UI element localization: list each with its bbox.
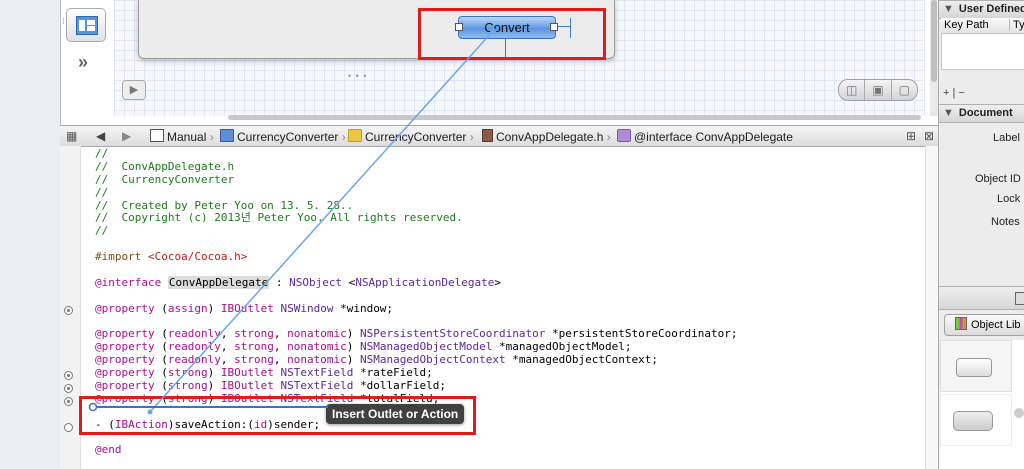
- type-column[interactable]: Ty: [1009, 19, 1024, 31]
- project-icon: [220, 129, 234, 142]
- left-sidebar: [0, 0, 61, 469]
- action-connection-icon[interactable]: [64, 423, 73, 432]
- add-remove-attribute-buttons[interactable]: + | −: [943, 87, 965, 99]
- forward-arrow-icon[interactable]: ▶: [122, 129, 131, 143]
- crumb-label: ConvAppDelegate.h: [496, 130, 604, 144]
- disclosure-triangle-icon[interactable]: ▼: [943, 107, 954, 119]
- user-defined-header[interactable]: ▼ User Defined: [939, 0, 1024, 19]
- expand-chevron-icon[interactable]: »: [78, 52, 88, 73]
- outlet-connection-icon[interactable]: [64, 306, 73, 315]
- jumpbar-crumb-project[interactable]: CurrencyConverter ›: [220, 129, 346, 144]
- drag-dots-icon: ⁝: [62, 16, 65, 26]
- window-icon: [76, 16, 98, 35]
- code-line[interactable]: [95, 290, 925, 303]
- add-editor-icon[interactable]: ⊞: [906, 129, 916, 143]
- related-items-icon[interactable]: ▦: [66, 129, 77, 143]
- object-thumbnail-button[interactable]: [66, 8, 106, 42]
- code-line[interactable]: [95, 264, 925, 277]
- object-library-tab-icon[interactable]: [1015, 292, 1024, 305]
- back-arrow-icon[interactable]: ◀: [96, 129, 105, 143]
- library-item-push-button[interactable]: [940, 340, 1012, 392]
- lock-label: Lock: [997, 193, 1021, 205]
- canvas-horizontal-scrollbar[interactable]: [228, 115, 921, 120]
- class-icon: [617, 129, 631, 142]
- jump-bar: ▦ ◀ ▶ Manual › CurrencyConverter › Curre…: [60, 125, 938, 147]
- code-line[interactable]: //: [95, 224, 925, 238]
- attributes-table-header: Key Path Ty: [941, 18, 1024, 34]
- insert-outlet-tooltip: Insert Outlet or Action: [326, 404, 465, 424]
- canvas-zoom-controls[interactable]: ◫ ▣ ▢: [838, 79, 918, 101]
- notes-label: Notes: [991, 216, 1020, 228]
- jumpbar-crumb-symbol[interactable]: @interface ConvAppDelegate: [617, 129, 793, 144]
- resize-grip-icon[interactable]: • • •: [348, 71, 367, 81]
- jumpbar-crumb-manual[interactable]: Manual ›: [150, 129, 214, 144]
- library-item-rounded-button[interactable]: [940, 394, 1012, 446]
- object-library-grid[interactable]: [940, 340, 1024, 469]
- object-library-icon: [955, 317, 967, 330]
- highlight-box-convert: [418, 8, 606, 60]
- document-outline-toggle[interactable]: ▶: [122, 80, 146, 100]
- rounded-button-icon: [953, 411, 993, 431]
- key-path-column[interactable]: Key Path: [944, 19, 989, 31]
- label-field-label: Label: [993, 132, 1020, 144]
- outlet-connection-icon[interactable]: [64, 371, 73, 380]
- code-line[interactable]: // CurrencyConverter: [95, 173, 925, 187]
- jumpbar-crumb-file[interactable]: ConvAppDelegate.h ›: [482, 129, 611, 144]
- round-button-icon[interactable]: [1014, 408, 1024, 418]
- library-type-selector[interactable]: Object Lib: [944, 314, 1024, 336]
- code-line[interactable]: // Copyright (c) 2013년 Peter Yoo. All ri…: [95, 212, 925, 225]
- crumb-label: @interface ConvAppDelegate: [634, 130, 793, 144]
- library-selector-bar: [939, 286, 1024, 310]
- crumb-label: CurrencyConverter: [365, 130, 467, 144]
- zoom-in-icon[interactable]: ▢: [892, 80, 917, 100]
- folder-icon: [348, 129, 362, 142]
- crumb-label: CurrencyConverter: [237, 130, 339, 144]
- library-label: Object Lib: [971, 319, 1021, 331]
- section-title: User Defined: [958, 3, 1024, 15]
- zoom-out-icon[interactable]: ◫: [839, 80, 866, 100]
- code-line[interactable]: #import <Cocoa/Cocoa.h>: [95, 250, 925, 264]
- canvas-scroll-thumb[interactable]: [931, 0, 937, 82]
- code-line[interactable]: @interface ConvAppDelegate : NSObject <N…: [95, 275, 925, 290]
- zoom-fit-icon[interactable]: ▣: [865, 80, 892, 100]
- close-editor-icon[interactable]: ⊠: [924, 129, 934, 143]
- jumpbar-crumb-folder[interactable]: CurrencyConverter ›: [348, 129, 474, 144]
- document-icon: [150, 129, 164, 142]
- crumb-label: Manual: [167, 130, 207, 144]
- header-file-icon: [482, 129, 493, 142]
- disclosure-triangle-icon[interactable]: ▼: [943, 3, 954, 15]
- code-line[interactable]: @property (assign) IBOutlet NSWindow *wi…: [95, 302, 925, 316]
- push-button-icon: [956, 358, 992, 377]
- section-title: Document: [958, 107, 1013, 119]
- outlet-connection-icon[interactable]: [64, 397, 73, 406]
- code-line[interactable]: @property (strong) IBOutlet NSTextField …: [95, 379, 925, 393]
- editor-vertical-scrollbar[interactable]: [925, 146, 939, 469]
- outlet-connection-icon[interactable]: [64, 384, 73, 393]
- document-header[interactable]: ▼ Document: [939, 104, 1024, 123]
- code-line[interactable]: @end: [95, 444, 925, 457]
- object-id-label: Object ID: [975, 173, 1021, 185]
